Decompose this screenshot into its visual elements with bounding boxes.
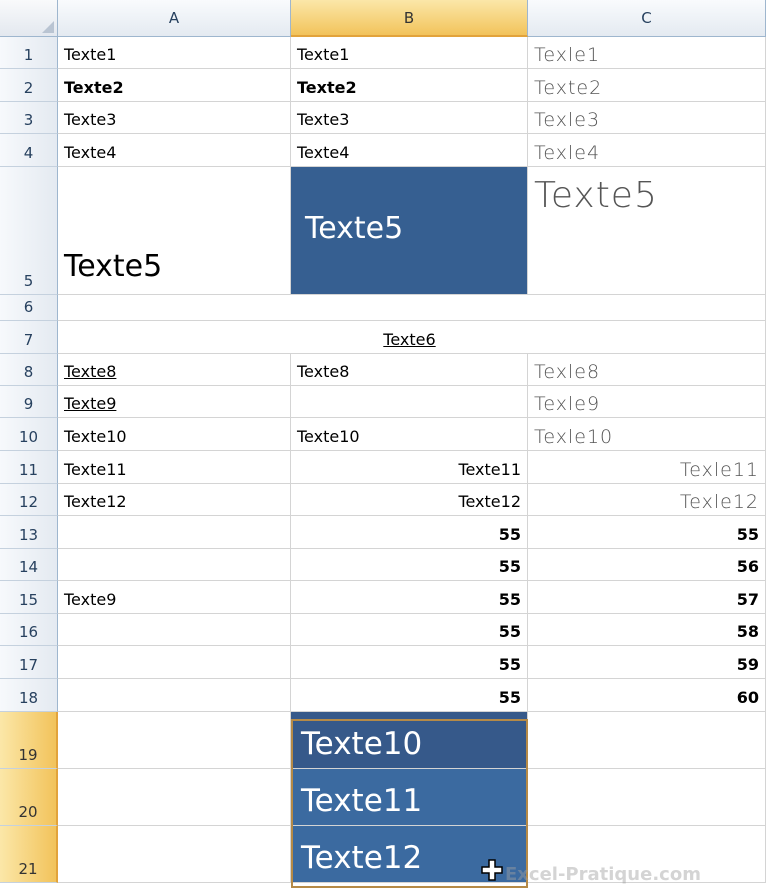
cell-c15[interactable]: 57 bbox=[528, 581, 766, 614]
cell-a13[interactable] bbox=[58, 516, 291, 549]
cell-c8[interactable]: Texle8 bbox=[528, 354, 766, 386]
cell-c18[interactable]: 60 bbox=[528, 679, 766, 712]
cell-c5[interactable]: Texte5 bbox=[528, 167, 766, 295]
row-header-4[interactable]: 4 bbox=[0, 134, 58, 167]
cell-a3[interactable]: Texte3 bbox=[58, 102, 291, 134]
watermark-text: Excel-Pratique.com bbox=[505, 864, 701, 885]
cell-c9[interactable]: Texle9 bbox=[528, 386, 766, 418]
row-header-3[interactable]: 3 bbox=[0, 102, 58, 134]
row-header-16[interactable]: 16 bbox=[0, 614, 58, 646]
row-header-11[interactable]: 11 bbox=[0, 451, 58, 484]
cell-a20[interactable] bbox=[58, 769, 291, 826]
cell-c16[interactable]: 58 bbox=[528, 614, 766, 646]
cell-a17[interactable] bbox=[58, 646, 291, 679]
cell-b4[interactable]: Texte4 bbox=[291, 134, 528, 167]
cell-b7[interactable]: Texte6 bbox=[291, 321, 528, 354]
row-header-19[interactable]: 19 bbox=[0, 712, 58, 769]
row-header-1[interactable]: 1 bbox=[0, 37, 58, 69]
cell-c10[interactable]: Texle10 bbox=[528, 418, 766, 451]
cell-b9[interactable] bbox=[291, 386, 528, 418]
fill-cross-cursor-icon bbox=[481, 859, 503, 881]
row-header-9[interactable]: 9 bbox=[0, 386, 58, 418]
cell-a8[interactable]: Texte8 bbox=[58, 354, 291, 386]
cell-a21[interactable] bbox=[58, 826, 291, 883]
cell-c3[interactable]: Texle3 bbox=[528, 102, 766, 134]
cell-c11[interactable]: Texle11 bbox=[528, 451, 766, 484]
cell-a19[interactable] bbox=[58, 712, 291, 769]
cell-b12[interactable]: Texte12 bbox=[291, 484, 528, 516]
cell-b5[interactable]: Texte5 bbox=[291, 167, 528, 295]
column-header-c[interactable]: C bbox=[528, 0, 766, 37]
column-header-b[interactable]: B bbox=[291, 0, 528, 37]
cell-c13[interactable]: 55 bbox=[528, 516, 766, 549]
cell-b6[interactable] bbox=[291, 295, 528, 321]
cell-c4[interactable]: Texle4 bbox=[528, 134, 766, 167]
cell-b3[interactable]: Texte3 bbox=[291, 102, 528, 134]
cell-b15[interactable]: 55 bbox=[291, 581, 528, 614]
cell-a10[interactable]: Texte10 bbox=[58, 418, 291, 451]
row-header-21[interactable]: 21 bbox=[0, 826, 58, 883]
cell-c7[interactable] bbox=[528, 321, 766, 354]
row-header-14[interactable]: 14 bbox=[0, 549, 58, 581]
cell-b8[interactable]: Texte8 bbox=[291, 354, 528, 386]
cell-a4[interactable]: Texte4 bbox=[58, 134, 291, 167]
row-header-13[interactable]: 13 bbox=[0, 516, 58, 549]
cell-a16[interactable] bbox=[58, 614, 291, 646]
cell-c14[interactable]: 56 bbox=[528, 549, 766, 581]
column-header-a[interactable]: A bbox=[58, 0, 291, 37]
cell-a14[interactable] bbox=[58, 549, 291, 581]
cell-b11[interactable]: Texte11 bbox=[291, 451, 528, 484]
cell-a12[interactable]: Texte12 bbox=[58, 484, 291, 516]
cell-c1[interactable]: Texle1 bbox=[528, 37, 766, 69]
select-all-triangle-icon bbox=[42, 21, 54, 33]
cell-c12[interactable]: Texle12 bbox=[528, 484, 766, 516]
cell-a15[interactable]: Texte9 bbox=[58, 581, 291, 614]
row-header-10[interactable]: 10 bbox=[0, 418, 58, 451]
cell-c19[interactable] bbox=[528, 712, 766, 769]
cell-a5[interactable]: Texte5 bbox=[58, 167, 291, 295]
cell-a9[interactable]: Texte9 bbox=[58, 386, 291, 418]
row-header-17[interactable]: 17 bbox=[0, 646, 58, 679]
cell-c20[interactable] bbox=[528, 769, 766, 826]
cell-b17[interactable]: 55 bbox=[291, 646, 528, 679]
row-header-20[interactable]: 20 bbox=[0, 769, 58, 826]
cell-b2[interactable]: Texte2 bbox=[291, 69, 528, 102]
cell-a2[interactable]: Texte2 bbox=[58, 69, 291, 102]
cell-b10[interactable]: Texte10 bbox=[291, 418, 528, 451]
cell-a11[interactable]: Texte11 bbox=[58, 451, 291, 484]
cell-b20[interactable]: Texte11 bbox=[291, 769, 528, 826]
cell-b19[interactable]: Texte10 bbox=[291, 712, 528, 769]
cell-c2[interactable]: Texte2 bbox=[528, 69, 766, 102]
row-header-7[interactable]: 7 bbox=[0, 321, 58, 354]
row-header-5[interactable]: 5 bbox=[0, 167, 58, 295]
cell-a18[interactable] bbox=[58, 679, 291, 712]
cell-b1[interactable]: Texte1 bbox=[291, 37, 528, 69]
cell-a7[interactable] bbox=[58, 321, 291, 354]
cell-b13[interactable]: 55 bbox=[291, 516, 528, 549]
row-header-6[interactable]: 6 bbox=[0, 295, 58, 321]
row-header-18[interactable]: 18 bbox=[0, 679, 58, 712]
cell-b14[interactable]: 55 bbox=[291, 549, 528, 581]
cell-a6[interactable] bbox=[58, 295, 291, 321]
row-header-8[interactable]: 8 bbox=[0, 354, 58, 386]
cell-c6[interactable] bbox=[528, 295, 766, 321]
cell-a1[interactable]: Texte1 bbox=[58, 37, 291, 69]
cell-b16[interactable]: 55 bbox=[291, 614, 528, 646]
cell-c17[interactable]: 59 bbox=[528, 646, 766, 679]
cell-b18[interactable]: 55 bbox=[291, 679, 528, 712]
spreadsheet-grid: A B C 1 Texte1 Texte1 Texle1 2 Texte2 Texte2 Texte… bbox=[0, 0, 766, 888]
row-header-12[interactable]: 12 bbox=[0, 484, 58, 516]
row-header-2[interactable]: 2 bbox=[0, 69, 58, 102]
select-all-corner[interactable] bbox=[0, 0, 58, 37]
row-header-15[interactable]: 15 bbox=[0, 581, 58, 614]
